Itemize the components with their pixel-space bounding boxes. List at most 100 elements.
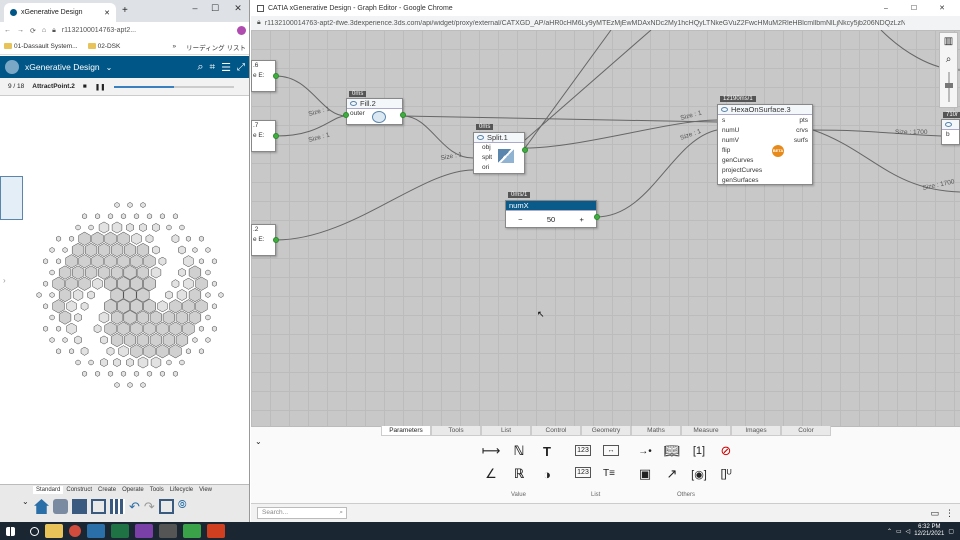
new-tab-icon[interactable]: + [122, 5, 128, 16]
output-port[interactable] [273, 237, 279, 243]
tab-close-icon[interactable]: ✕ [104, 9, 110, 17]
tab-list[interactable]: List [481, 426, 531, 436]
start-icon[interactable] [6, 526, 15, 536]
image-icon[interactable]: ▣ [635, 464, 655, 484]
recorder-icon[interactable] [207, 524, 225, 538]
integer-icon[interactable]: ℕ [509, 441, 529, 461]
reading-list[interactable]: リーディング リスト [186, 42, 246, 52]
home-icon[interactable]: ⌂ [42, 27, 46, 34]
menu-icon[interactable]: ☰ [221, 61, 231, 74]
profile-icon[interactable] [237, 26, 246, 35]
notification-icon[interactable]: ▢ [948, 528, 954, 535]
undo-icon[interactable]: ↶ [129, 499, 140, 515]
search-icon[interactable]: ⌕ [339, 508, 343, 518]
clock[interactable]: 6:32 PM 12/21/2021 [914, 524, 944, 538]
node-header[interactable] [942, 120, 959, 130]
text-list-icon[interactable]: T≡ [599, 463, 619, 483]
output-port[interactable] [400, 112, 406, 118]
eye-icon[interactable] [945, 122, 952, 127]
collapse-panel-icon[interactable]: ⌄ [255, 437, 262, 446]
address-text[interactable]: r1132100014763-apt2... [62, 27, 136, 34]
url-bar[interactable]: 🔒︎ r1132100014763-apt2-ifwe.3dexperience… [251, 16, 960, 30]
grid-icon[interactable] [110, 499, 125, 514]
hexa-on-surface-node[interactable]: HexaOnSurface.3 s numU numV flip genCurv… [717, 104, 813, 185]
range-list-icon[interactable]: ↔ [603, 445, 619, 456]
text-icon[interactable]: T [537, 441, 557, 461]
side-panel-handle[interactable] [0, 176, 23, 220]
address-bar[interactable]: ← → ⟳ ⌂ 🔒︎ r1132100014763-apt2... [0, 22, 249, 39]
excel-icon[interactable] [111, 524, 129, 538]
volume-icon[interactable]: ◁ [906, 528, 911, 535]
tab-view[interactable]: View [196, 486, 215, 494]
more-icon[interactable]: ⋮ [945, 508, 954, 519]
output-port[interactable] [522, 147, 528, 153]
reload-icon[interactable]: ⟳ [30, 27, 36, 35]
numeric-slider[interactable]: − 50 + [506, 211, 596, 227]
part-icon[interactable] [53, 499, 68, 514]
tab-create[interactable]: Create [95, 486, 119, 494]
tab-images[interactable]: Images [731, 426, 781, 436]
boolean-icon[interactable]: ◑ [537, 464, 557, 484]
book-icon[interactable]: ▥ [940, 33, 957, 51]
eye-icon[interactable] [350, 101, 357, 106]
measure-icon[interactable] [158, 499, 174, 514]
url-text[interactable]: r1132100014763-apt2-ifwe.3dexperience.3d… [265, 20, 905, 27]
progress-track[interactable] [113, 85, 234, 88]
split-node[interactable]: Split.1 obj splt ori [473, 132, 528, 174]
array-icon[interactable]: [1] [689, 441, 709, 461]
increment-button[interactable]: + [579, 215, 583, 224]
maximize-icon[interactable]: ☐ [205, 3, 225, 17]
data-icon[interactable]: [◉] [689, 464, 709, 484]
fill-node[interactable]: Fill.2 outer [343, 98, 406, 125]
bookmark-item[interactable]: 01-Dassault System... [4, 43, 78, 50]
input-port[interactable] [343, 112, 349, 118]
stop-icon[interactable]: ■ [83, 83, 87, 90]
network-icon[interactable]: ▭ [896, 528, 902, 535]
collapse-bar-icon[interactable]: ⌄ [22, 497, 29, 506]
bookmark-more[interactable]: » [173, 43, 177, 50]
numx-value[interactable]: 50 [547, 215, 555, 224]
tab-maths[interactable]: Maths [631, 426, 681, 436]
minimize-icon[interactable]: – [874, 5, 898, 12]
tray-chevron-icon[interactable]: ⌃ [887, 528, 892, 535]
chevron-down-icon[interactable]: ⌄ [106, 63, 113, 72]
camtasia-icon[interactable] [183, 524, 201, 538]
back-icon[interactable]: ← [4, 27, 11, 34]
redo-icon[interactable]: ↷ [144, 499, 155, 515]
compass-icon[interactable] [5, 60, 19, 74]
tab-tools[interactable]: Tools [147, 486, 167, 494]
length-icon[interactable]: ⟼ [481, 441, 501, 461]
tab-geometry[interactable]: Geometry [581, 426, 631, 436]
tab-standard[interactable]: Standard [33, 486, 64, 494]
sequence-icon[interactable]: 123 [575, 467, 591, 478]
tag-icon[interactable]: ⌗ [209, 62, 215, 73]
eye-icon[interactable] [477, 135, 484, 140]
partial-node-right[interactable]: b [941, 119, 960, 145]
tab-construct[interactable]: Construct [63, 486, 95, 494]
number-list-icon[interactable]: 123 [575, 445, 591, 456]
home-view-icon[interactable] [34, 499, 49, 514]
vector-icon[interactable]: ↗ [662, 464, 682, 484]
search-input[interactable]: Search... ⌕ [257, 507, 347, 519]
search-icon[interactable]: ⌕ [197, 61, 203, 74]
browser-tab[interactable]: xGenerative Design ✕ [4, 3, 116, 22]
tab-control[interactable]: Control [531, 426, 581, 436]
chrome-icon[interactable] [69, 525, 81, 537]
node-header[interactable]: Split.1 [474, 133, 524, 143]
numx-node[interactable]: numX − 50 + [505, 200, 600, 228]
partial-node[interactable]: .7 e E: [251, 120, 279, 152]
output-port[interactable] [594, 214, 600, 220]
copy-icon[interactable] [91, 499, 106, 514]
pause-icon[interactable]: ❚❚ [95, 83, 106, 91]
close-icon[interactable]: ✕ [930, 4, 954, 12]
hexagon-pattern-viewport[interactable] [25, 200, 235, 400]
tab-color[interactable]: Color [781, 426, 831, 436]
close-icon[interactable]: ✕ [228, 3, 248, 17]
graph-canvas[interactable]: Size : 1 Size : 1 Size : 1 Size : 1 Size… [251, 30, 960, 426]
node-header[interactable]: numX [506, 201, 596, 211]
maximize-icon[interactable]: ☐ [902, 4, 926, 12]
catia-icon[interactable] [87, 524, 105, 538]
null-icon[interactable]: ⊘ [716, 441, 736, 461]
angle-icon[interactable]: ∠ [481, 464, 501, 484]
bookmark-item[interactable]: 02-DSK [87, 43, 120, 50]
